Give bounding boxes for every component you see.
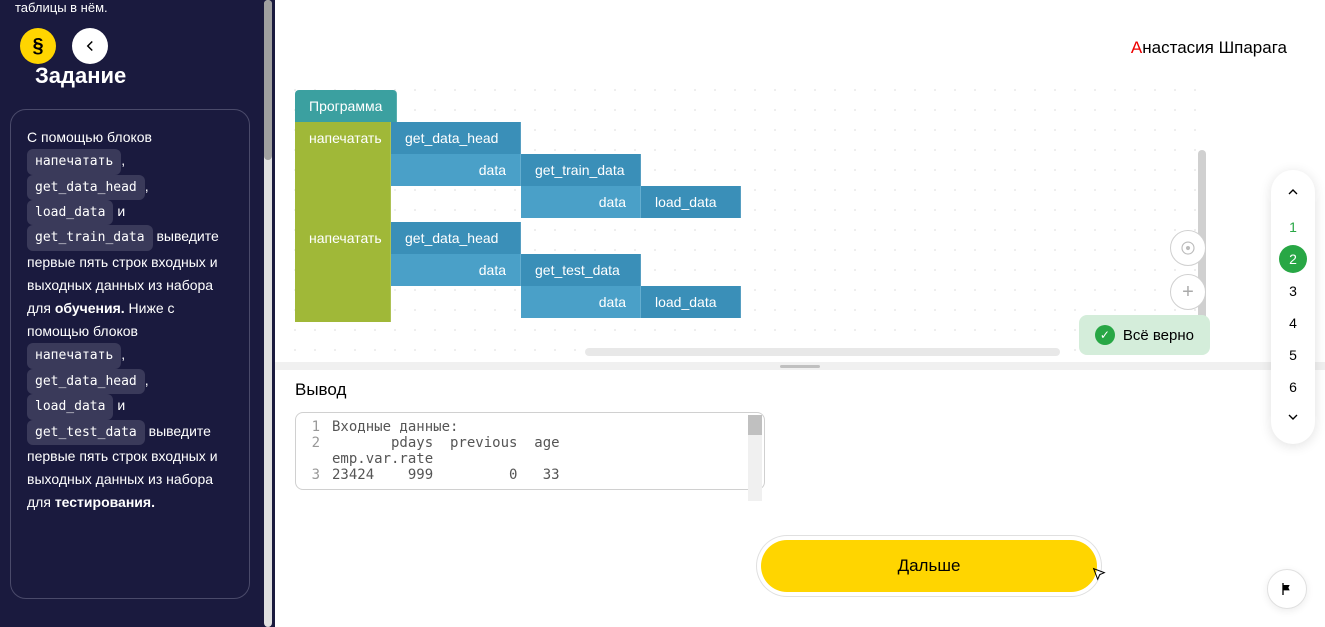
block-get-data-head[interactable]: get_data_head <box>391 122 521 154</box>
block-load-data[interactable]: load_data <box>641 286 741 318</box>
check-icon: ✓ <box>1095 325 1115 345</box>
code-chip: напечатать <box>27 343 121 368</box>
nav-up-button[interactable] <box>1281 180 1305 209</box>
output-section: Вывод 1Входные данные: 2 pdays previous … <box>295 380 765 490</box>
step-4[interactable]: 4 <box>1279 309 1307 337</box>
splitter[interactable] <box>275 362 1325 370</box>
block-print[interactable]: напечатать <box>295 222 391 322</box>
zoom-in-button[interactable]: + <box>1170 274 1206 310</box>
back-button[interactable] <box>72 28 108 64</box>
block-data-label[interactable]: data <box>391 154 521 186</box>
report-button[interactable] <box>1267 569 1307 609</box>
center-button[interactable] <box>1170 230 1206 266</box>
sidebar: таблицы в нём. § Задание С помощью блоко… <box>0 0 260 627</box>
cursor-icon <box>1091 566 1107 587</box>
block-print[interactable]: напечатать <box>295 122 391 222</box>
blockly-workspace[interactable]: Программа напечатать get_data_head data … <box>285 80 1210 360</box>
block-get-train-data[interactable]: get_train_data <box>521 154 641 186</box>
step-3[interactable]: 3 <box>1279 277 1307 305</box>
code-chip: load_data <box>27 394 113 419</box>
logo-icon[interactable]: § <box>20 28 56 64</box>
task-description[interactable]: С помощью блоков напечатать, get_data_he… <box>10 109 250 599</box>
step-1[interactable]: 1 <box>1279 213 1307 241</box>
context-text: таблицы в нём. <box>10 0 250 23</box>
code-chip: напечатать <box>27 149 121 174</box>
next-button[interactable]: Дальше <box>761 540 1097 592</box>
code-chip: load_data <box>27 200 113 225</box>
user-name: Анастасия Шпарага <box>1131 38 1287 58</box>
code-chip: get_test_data <box>27 420 145 445</box>
correct-badge: ✓ Всё верно <box>1079 315 1210 355</box>
task-heading: Задание <box>35 63 250 89</box>
code-chip: get_train_data <box>27 225 153 250</box>
output-scrollbar[interactable] <box>748 415 762 501</box>
output-box[interactable]: 1Входные данные: 2 pdays previous age em… <box>295 412 765 490</box>
block-data-label[interactable]: data <box>521 186 641 218</box>
output-title: Вывод <box>295 380 765 400</box>
nav-down-button[interactable] <box>1281 405 1305 434</box>
step-6[interactable]: 6 <box>1279 373 1307 401</box>
code-chip: get_data_head <box>27 175 145 200</box>
main-area: Анастасия Шпарага Программа напечатать g… <box>275 0 1325 627</box>
block-program[interactable]: Программа <box>295 90 397 122</box>
block-load-data[interactable]: load_data <box>641 186 741 218</box>
step-2[interactable]: 2 <box>1279 245 1307 273</box>
block-get-data-head[interactable]: get_data_head <box>391 222 521 254</box>
workspace-scrollbar-horizontal[interactable] <box>585 348 1060 356</box>
code-chip: get_data_head <box>27 369 145 394</box>
step-navigator: 1 2 3 4 5 6 <box>1271 170 1315 444</box>
block-data-label[interactable]: data <box>521 286 641 318</box>
main-scrollbar[interactable] <box>264 0 272 627</box>
step-5[interactable]: 5 <box>1279 341 1307 369</box>
block-get-test-data[interactable]: get_test_data <box>521 254 641 286</box>
block-data-label[interactable]: data <box>391 254 521 286</box>
